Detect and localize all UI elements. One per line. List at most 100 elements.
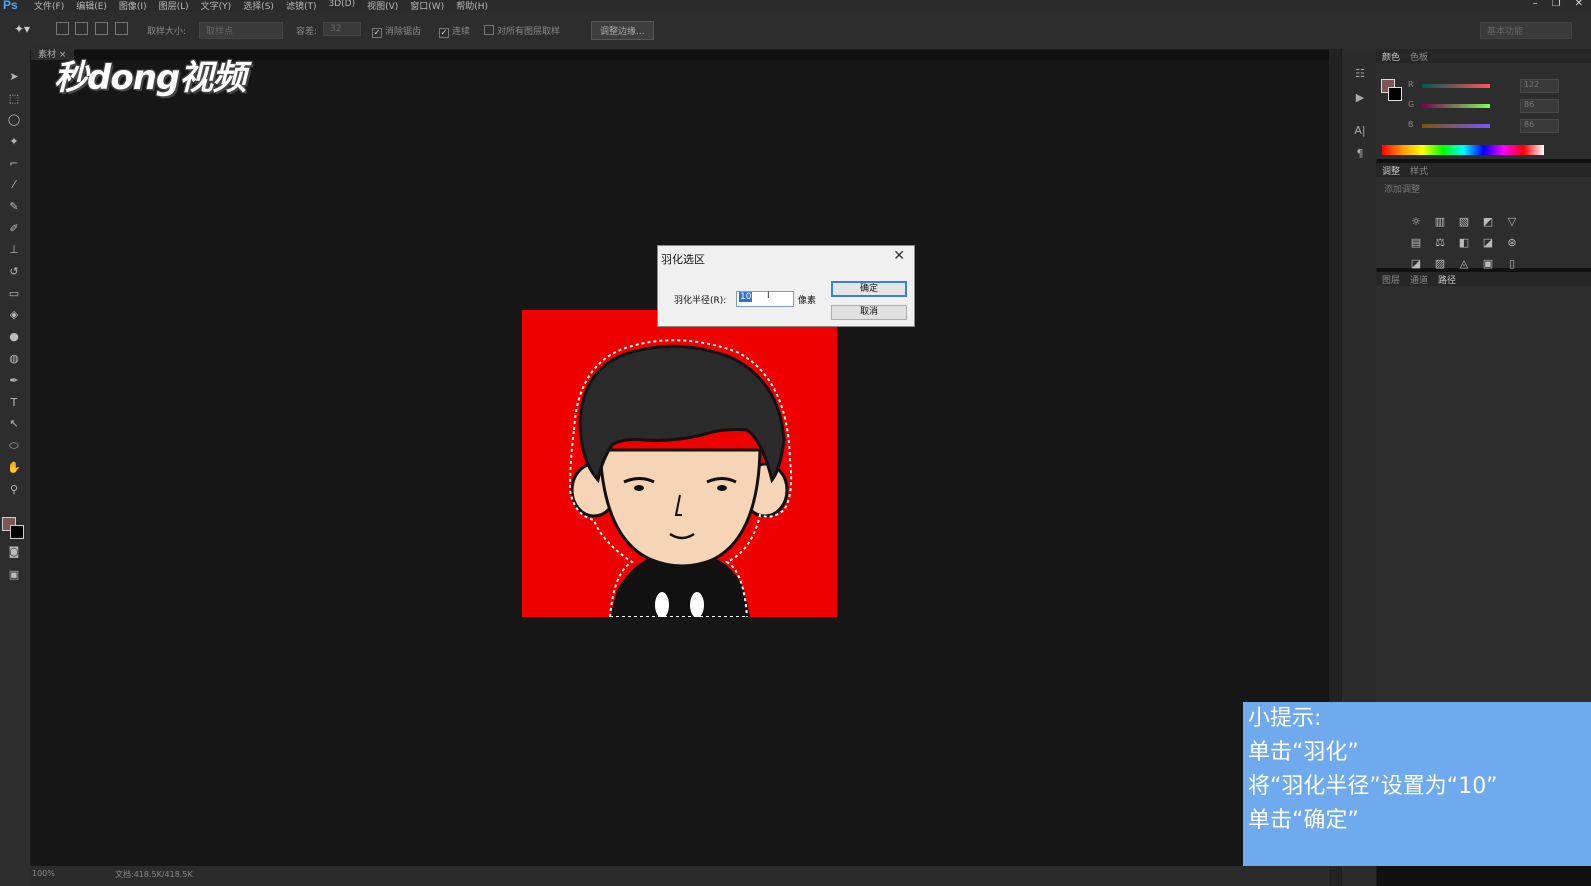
magic-wand-icon[interactable]: ✦▾ bbox=[14, 22, 30, 36]
intersect-selection-icon[interactable] bbox=[115, 22, 128, 35]
cancel-button[interactable]: 取消 bbox=[831, 305, 907, 320]
selective-color-icon[interactable]: ▯ bbox=[1502, 257, 1522, 270]
all-layers-checkbox[interactable]: 对所有图层取样 bbox=[484, 24, 560, 37]
restore-icon[interactable]: ❐ bbox=[1552, 0, 1561, 9]
ok-button[interactable]: 确定 bbox=[831, 281, 907, 297]
dodge-tool-icon[interactable]: ◍ bbox=[6, 351, 22, 367]
tab-channels[interactable]: 通道 bbox=[1410, 273, 1428, 286]
screen-mode-icon[interactable]: ▣ bbox=[6, 567, 22, 583]
feather-selection-dialog: 羽化选区 ✕ 羽化半径(R): 10 I 像素 确定 取消 bbox=[657, 245, 915, 327]
close-icon[interactable]: ✕ bbox=[1575, 0, 1583, 9]
quick-mask-icon[interactable]: ◙ bbox=[6, 544, 22, 560]
green-value[interactable]: 86 bbox=[1520, 99, 1559, 113]
tip-title: 小提示: bbox=[1248, 706, 1322, 731]
minimize-icon[interactable]: – bbox=[1533, 0, 1538, 9]
menu-select[interactable]: 选择(S) bbox=[243, 0, 274, 12]
pen-tool-icon[interactable]: ✒ bbox=[6, 373, 22, 389]
menu-type[interactable]: 文字(Y) bbox=[201, 0, 232, 12]
adjustments-panel: 调整 样式 添加调整 ☼ ▥ ▧ ◩ ▽ ▤ ⚖ ◧ ◪ ⊛ ◪ ▨ ◬ ▣ ▯ bbox=[1376, 163, 1591, 270]
move-tool-icon[interactable]: ➤ bbox=[6, 69, 22, 85]
magic-wand-tool-icon[interactable]: ✦ bbox=[6, 134, 22, 150]
character-icon[interactable]: A| bbox=[1353, 124, 1367, 138]
green-slider[interactable]: G 86 bbox=[1408, 99, 1559, 113]
sample-size-label: 取样大小: bbox=[147, 27, 187, 37]
channel-mixer-icon[interactable]: ⊛ bbox=[1502, 236, 1522, 249]
paint-bucket-tool-icon[interactable]: ◈ bbox=[6, 307, 22, 323]
hue-saturation-icon[interactable]: ▤ bbox=[1406, 236, 1426, 249]
blur-tool-icon[interactable]: ● bbox=[6, 329, 22, 345]
paragraph-icon[interactable]: ¶ bbox=[1353, 147, 1367, 161]
black-white-icon[interactable]: ◧ bbox=[1454, 236, 1474, 249]
history-icon[interactable]: ☷ bbox=[1353, 67, 1367, 81]
contiguous-checkbox[interactable]: ✓ 连续 bbox=[439, 24, 470, 38]
document-info[interactable]: 文档:418.5K/418.5K bbox=[115, 869, 193, 880]
menu-layer[interactable]: 图层(L) bbox=[159, 0, 189, 12]
eyedropper-tool-icon[interactable]: ⁄ bbox=[6, 177, 22, 193]
menu-edit[interactable]: 编辑(E) bbox=[76, 0, 107, 12]
curves-icon[interactable]: ▧ bbox=[1454, 215, 1474, 228]
feather-radius-label: 羽化半径(R): bbox=[674, 296, 727, 306]
add-selection-icon[interactable] bbox=[75, 22, 88, 35]
image-document[interactable] bbox=[522, 310, 837, 617]
tab-styles[interactable]: 样式 bbox=[1410, 164, 1428, 177]
workspace-select[interactable]: 基本功能 bbox=[1480, 22, 1572, 39]
menu-view[interactable]: 视图(V) bbox=[367, 0, 398, 12]
tab-paths[interactable]: 路径 bbox=[1438, 273, 1456, 286]
tolerance-input[interactable]: 32 bbox=[323, 22, 361, 36]
subtract-selection-icon[interactable] bbox=[95, 22, 108, 35]
healing-brush-tool-icon[interactable]: ✎ bbox=[6, 199, 22, 215]
background-color-swatch[interactable] bbox=[10, 525, 24, 539]
watermark-logo: 秒dong视频 bbox=[54, 58, 246, 98]
hand-tool-icon[interactable]: ✋ bbox=[6, 460, 22, 476]
vibrance-icon[interactable]: ▽ bbox=[1502, 215, 1522, 228]
gradient-map-icon[interactable]: ▣ bbox=[1478, 257, 1498, 270]
feather-radius-input[interactable]: 10 I bbox=[736, 291, 794, 307]
tab-adjustments[interactable]: 调整 bbox=[1382, 164, 1400, 177]
actions-play-icon[interactable]: ▶ bbox=[1353, 91, 1367, 105]
sample-size-select[interactable]: 取样点 bbox=[199, 22, 283, 39]
new-selection-icon[interactable] bbox=[56, 22, 69, 35]
menu-image[interactable]: 图像(I) bbox=[119, 0, 147, 12]
red-value[interactable]: 122 bbox=[1520, 79, 1559, 93]
marquee-tool-icon[interactable]: ⬚ bbox=[6, 91, 22, 107]
zoom-level[interactable]: 100% bbox=[32, 869, 55, 878]
brightness-icon[interactable]: ☼ bbox=[1406, 215, 1426, 228]
menu-window[interactable]: 窗口(W) bbox=[410, 0, 444, 12]
stamp-tool-icon[interactable]: ⊥ bbox=[6, 242, 22, 258]
brush-tool-icon[interactable]: ✐ bbox=[6, 221, 22, 237]
red-slider[interactable]: R 122 bbox=[1408, 79, 1559, 93]
history-brush-tool-icon[interactable]: ↺ bbox=[6, 264, 22, 280]
menu-3d[interactable]: 3D(D) bbox=[328, 0, 355, 12]
blue-slider[interactable]: B 86 bbox=[1408, 119, 1559, 133]
exposure-icon[interactable]: ◩ bbox=[1478, 215, 1498, 228]
dialog-title: 羽化选区 bbox=[661, 253, 705, 266]
dialog-close-icon[interactable]: ✕ bbox=[893, 248, 905, 264]
lasso-tool-icon[interactable]: ◯ bbox=[6, 112, 22, 128]
shape-tool-icon[interactable]: ⬭ bbox=[6, 438, 22, 454]
check-icon: ✓ bbox=[372, 28, 382, 38]
menu-filter[interactable]: 滤镜(T) bbox=[286, 0, 317, 12]
color-spectrum[interactable] bbox=[1382, 145, 1544, 155]
levels-icon[interactable]: ▥ bbox=[1430, 215, 1450, 228]
color-balance-icon[interactable]: ⚖ bbox=[1430, 236, 1450, 249]
tab-layers[interactable]: 图层 bbox=[1382, 273, 1400, 286]
feather-unit-label: 像素 bbox=[798, 296, 817, 306]
refine-edge-button[interactable]: 调整边缘... bbox=[591, 21, 654, 40]
zoom-tool-icon[interactable]: ⚲ bbox=[6, 482, 22, 498]
eraser-tool-icon[interactable]: ▭ bbox=[6, 286, 22, 302]
threshold-icon[interactable]: ◬ bbox=[1454, 257, 1474, 270]
menu-help[interactable]: 帮助(H) bbox=[456, 0, 488, 12]
posterize-icon[interactable]: ▨ bbox=[1430, 257, 1450, 270]
panel-background-swatch[interactable] bbox=[1388, 87, 1402, 101]
path-selection-tool-icon[interactable]: ↖ bbox=[6, 416, 22, 432]
crop-tool-icon[interactable]: ⌐ bbox=[6, 156, 22, 172]
tab-color[interactable]: 颜色 bbox=[1382, 50, 1400, 63]
photo-filter-icon[interactable]: ◪ bbox=[1478, 236, 1498, 249]
antialias-checkbox[interactable]: ✓ 消除锯齿 bbox=[372, 24, 421, 38]
tab-swatches[interactable]: 色板 bbox=[1410, 50, 1428, 63]
window-controls: – ❐ ✕ bbox=[1533, 0, 1583, 9]
blue-value[interactable]: 86 bbox=[1520, 119, 1559, 133]
type-tool-icon[interactable]: T bbox=[6, 395, 22, 411]
invert-icon[interactable]: ◪ bbox=[1406, 257, 1426, 270]
menu-file[interactable]: 文件(F) bbox=[34, 0, 64, 12]
